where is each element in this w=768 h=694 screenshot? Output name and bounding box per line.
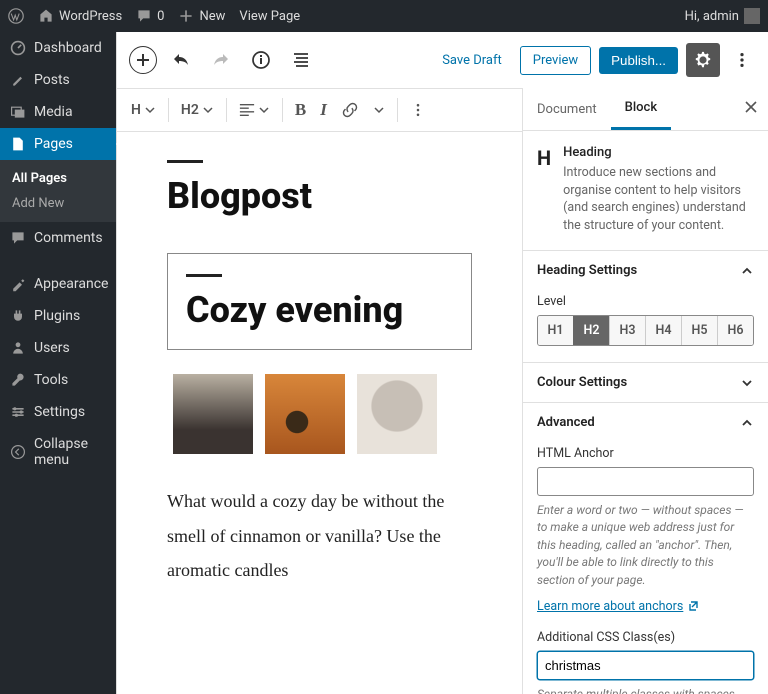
menu-settings[interactable]: Settings [0, 396, 116, 428]
comments-link[interactable]: 0 [136, 8, 164, 24]
heading-settings-toggle[interactable]: Heading Settings [523, 251, 768, 290]
block-name-label: Heading [563, 145, 754, 160]
colour-settings-toggle[interactable]: Colour Settings [523, 363, 768, 402]
menu-media[interactable]: Media [0, 96, 116, 128]
editor: Save Draft Preview Publish... H H2 B I [116, 32, 768, 694]
level-h3[interactable]: H3 [609, 316, 645, 345]
chevron-up-icon [740, 416, 754, 430]
gallery-image[interactable] [357, 374, 437, 454]
css-help: Separate multiple classes with spaces. [537, 686, 754, 694]
chevron-down-icon [373, 104, 385, 116]
more-rich-button[interactable] [367, 100, 391, 120]
editor-topbar: Save Draft Preview Publish... [117, 32, 768, 88]
publish-button[interactable]: Publish... [599, 47, 678, 74]
close-inspector-button[interactable] [734, 90, 768, 128]
menu-users[interactable]: Users [0, 332, 116, 364]
heading-level-button[interactable]: H2 [175, 98, 220, 122]
menu-tools[interactable]: Tools [0, 364, 116, 396]
page-title[interactable]: Blogpost [167, 175, 472, 217]
separator [186, 274, 222, 277]
anchor-learn-link[interactable]: Learn more about anchors [537, 599, 699, 614]
block-more-button[interactable] [404, 98, 432, 122]
view-page-link[interactable]: View Page [239, 9, 300, 24]
outline-button[interactable] [285, 44, 317, 76]
gallery-image[interactable] [265, 374, 345, 454]
greeting[interactable]: Hi, admin [685, 8, 760, 24]
avatar [744, 8, 760, 24]
menu-pages[interactable]: Pages [0, 128, 116, 160]
bold-button[interactable]: B [289, 96, 312, 124]
menu-appearance[interactable]: Appearance [0, 268, 116, 300]
css-label: Additional CSS Class(es) [537, 630, 754, 645]
block-toolbar: H H2 B I [117, 88, 522, 132]
admin-bar: WordPress 0 New View Page Hi, admin [0, 0, 768, 32]
advanced-toggle[interactable]: Advanced [523, 403, 768, 442]
level-button-group: H1 H2 H3 H4 H5 H6 [537, 315, 754, 346]
site-name: WordPress [59, 9, 122, 24]
chevron-up-icon [740, 264, 754, 278]
block-description: H Heading Introduce new sections and org… [523, 131, 768, 251]
advanced-section: Advanced HTML Anchor Enter a word or two… [523, 403, 768, 694]
inspector-tabs: Document Block [523, 88, 768, 131]
level-h5[interactable]: H5 [681, 316, 717, 345]
comments-count: 0 [157, 9, 164, 24]
menu-collapse[interactable]: Collapse menu [0, 428, 116, 476]
level-h1[interactable]: H1 [538, 316, 573, 345]
link-button[interactable] [335, 97, 365, 123]
menu-plugins[interactable]: Plugins [0, 300, 116, 332]
gallery-image[interactable] [173, 374, 253, 454]
block-desc-text: Introduce new sections and organise cont… [563, 164, 754, 234]
anchor-help: Enter a word or two — without spaces — t… [537, 502, 754, 589]
wp-logo[interactable] [8, 8, 24, 24]
align-button[interactable] [233, 99, 276, 121]
anchor-input[interactable] [537, 467, 754, 496]
admin-sidebar: Dashboard Posts Media Pages All Pages Ad… [0, 32, 116, 694]
editor-canvas[interactable]: H H2 B I Blogpost [117, 88, 522, 694]
pages-submenu: All Pages Add New [0, 160, 116, 222]
submenu-all-pages[interactable]: All Pages [0, 166, 116, 191]
heading-icon: H [537, 145, 551, 234]
save-draft-button[interactable]: Save Draft [432, 47, 512, 74]
chevron-down-icon [144, 104, 156, 116]
preview-button[interactable]: Preview [520, 46, 591, 75]
menu-posts[interactable]: Posts [0, 64, 116, 96]
inspector-sidebar: Document Block H Heading Introduce new s… [522, 88, 768, 694]
gallery-block[interactable] [173, 374, 472, 454]
heading-settings-section: Heading Settings Level H1 H2 H3 H4 H5 H6 [523, 251, 768, 363]
chevron-down-icon [740, 376, 754, 390]
add-block-button[interactable] [129, 46, 157, 74]
italic-button[interactable]: I [314, 96, 333, 124]
chevron-down-icon [202, 104, 214, 116]
paragraph-block[interactable]: What would a cozy day be without the sme… [167, 484, 447, 587]
menu-dashboard[interactable]: Dashboard [0, 32, 116, 64]
level-h2[interactable]: H2 [573, 316, 609, 345]
menu-comments[interactable]: Comments [0, 222, 116, 254]
redo-button[interactable] [205, 44, 237, 76]
heading-block-selected[interactable]: Cozy evening [167, 253, 472, 350]
css-class-input[interactable] [537, 651, 754, 680]
new-link[interactable]: New [178, 8, 225, 24]
tab-block[interactable]: Block [611, 88, 671, 130]
more-menu-button[interactable] [728, 43, 756, 77]
tab-document[interactable]: Document [523, 90, 611, 129]
external-link-icon [687, 600, 699, 612]
settings-toggle[interactable] [686, 43, 720, 77]
level-label: Level [537, 294, 754, 309]
submenu-add-new[interactable]: Add New [0, 191, 116, 216]
block-type-button[interactable]: H [125, 98, 162, 122]
level-h4[interactable]: H4 [645, 316, 681, 345]
anchor-label: HTML Anchor [537, 446, 754, 461]
chevron-down-icon [258, 104, 270, 116]
separator [167, 160, 203, 163]
undo-button[interactable] [165, 44, 197, 76]
site-link[interactable]: WordPress [38, 8, 122, 24]
level-h6[interactable]: H6 [717, 316, 753, 345]
info-button[interactable] [245, 44, 277, 76]
heading-text[interactable]: Cozy evening [186, 289, 467, 331]
colour-settings-section: Colour Settings [523, 363, 768, 403]
